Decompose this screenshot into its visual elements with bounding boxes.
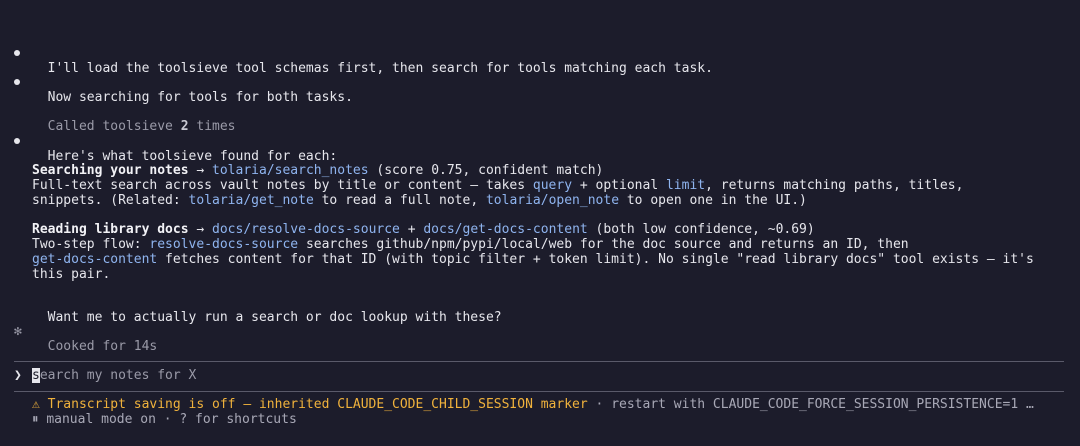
transcript-warning: ⚠ Transcript saving is off — inherited C…	[32, 397, 588, 412]
section-text: get-docs-content fetches content for tha…	[32, 252, 1034, 267]
tool-score: (both low confidence, ~0.69)	[587, 222, 815, 237]
param-name: query	[532, 178, 573, 193]
tool-name: get-docs-content	[32, 252, 158, 267]
text-span: + optional	[572, 178, 666, 193]
text-span: this pair.	[32, 267, 111, 282]
tool-name: docs/resolve-docs-source	[212, 222, 400, 237]
asterisk-icon: ✻	[14, 324, 22, 339]
assistant-message: Now searching for tools for both tasks.	[32, 75, 353, 105]
section-heading-docs: Reading library docs → docs/resolve-docs…	[32, 222, 815, 237]
section-text: Full-text search across vault notes by t…	[32, 178, 963, 193]
shortcuts-hint[interactable]: · ? for shortcuts	[156, 412, 297, 427]
message-text: Here's what toolsieve found for each:	[47, 149, 338, 164]
tool-name: docs/get-docs-content	[423, 222, 588, 237]
tool-name: tolaria/search_notes	[212, 163, 369, 178]
tool-call-suffix: times	[188, 119, 236, 134]
text-span: Two-step flow:	[32, 237, 150, 252]
prompt-chevron-icon: ❯	[14, 368, 22, 383]
message-bullet	[14, 138, 20, 144]
tool-call-prefix: Called toolsieve	[47, 119, 181, 134]
section-text: Two-step flow: resolve-docs-source searc…	[32, 237, 909, 252]
message-text: I'll load the toolsieve tool schemas fir…	[47, 61, 713, 76]
section-title: Reading library docs	[32, 222, 189, 237]
mode-indicator[interactable]: ⏸ manual mode on	[32, 412, 156, 427]
tool-call-count: 2	[180, 119, 189, 134]
message-text: Now searching for tools for both tasks.	[47, 90, 353, 105]
tool-name: tolaria/open_note	[485, 193, 620, 208]
footer-mode-line: ⏸ manual mode on · ? for shortcuts	[32, 412, 297, 427]
message-bullet	[14, 79, 20, 85]
param-name: limit	[665, 178, 706, 193]
text-span: snippets. (Related:	[32, 193, 189, 208]
closing-question: Want me to actually run a search or doc …	[32, 295, 502, 325]
section-text: snippets. (Related: tolaria/get_note to …	[32, 193, 807, 208]
prompt-input[interactable]: search my notes for X	[32, 368, 196, 383]
text-span: searches github/npm/pypi/local/web for t…	[298, 237, 909, 252]
tool-name: resolve-docs-source	[149, 237, 299, 252]
restart-hint: restart with CLAUDE_CODE_FORCE_SESSION_P…	[611, 397, 1034, 412]
text-span: to open one in the UI.)	[619, 193, 807, 208]
footer-warning-line: ⚠ Transcript saving is off — inherited C…	[32, 397, 1062, 412]
assistant-message: Here's what toolsieve found for each:	[32, 134, 338, 164]
input-divider-top	[14, 361, 1064, 362]
tool-name: tolaria/get_note	[188, 193, 314, 208]
status-line: Cooked for 14s	[32, 324, 158, 354]
separator: ·	[587, 397, 612, 412]
section-text: this pair.	[32, 267, 110, 282]
arrow: →	[188, 163, 213, 178]
message-bullet	[14, 50, 20, 56]
message-text: Want me to actually run a search or doc …	[47, 310, 502, 325]
arrow: →	[188, 222, 213, 237]
text-span: +	[399, 222, 424, 237]
input-placeholder: earch my notes for X	[39, 368, 197, 383]
status-text: Cooked for 14s	[47, 339, 158, 354]
tool-call-summary[interactable]: Called toolsieve 2 times	[32, 104, 236, 134]
input-divider-bottom	[14, 391, 1064, 392]
section-title: Searching your notes	[32, 163, 189, 178]
text-cursor: s	[32, 368, 40, 383]
assistant-message: I'll load the toolsieve tool schemas fir…	[32, 46, 713, 76]
section-heading-notes: Searching your notes → tolaria/search_no…	[32, 163, 603, 178]
text-span: to read a full note,	[313, 193, 486, 208]
text-span: Full-text search across vault notes by t…	[32, 178, 533, 193]
tool-score: (score 0.75, confident match)	[368, 163, 604, 178]
text-span: , returns matching paths, titles,	[705, 178, 964, 193]
text-span: fetches content for that ID (with topic …	[157, 252, 1034, 267]
